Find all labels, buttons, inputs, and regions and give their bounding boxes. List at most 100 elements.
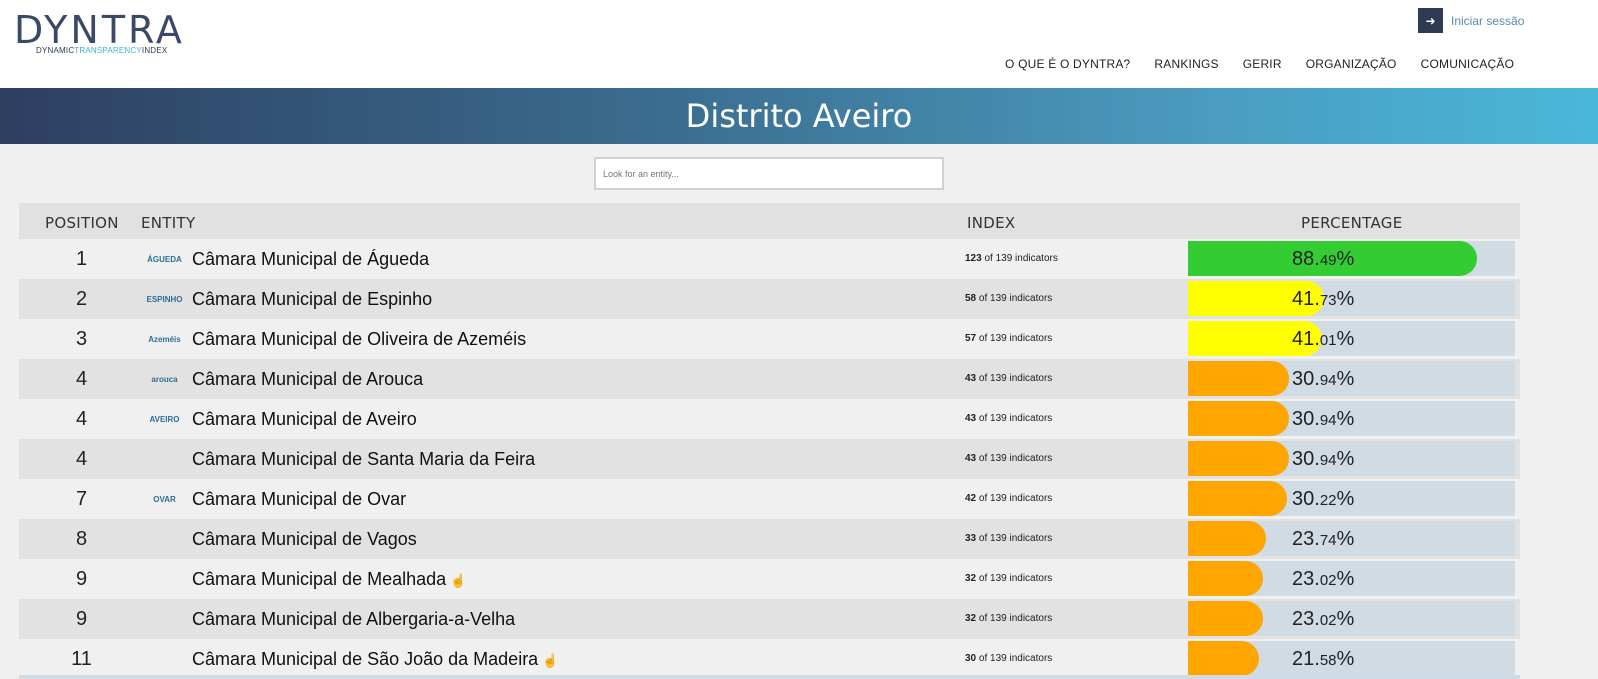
search-box[interactable]: [594, 157, 944, 190]
logo-wordmark: DYNTRA: [14, 8, 185, 52]
header-position: POSITION: [45, 214, 119, 232]
table-row[interactable]: 9 Câmara Municipal de Mealhada ☝ 32 of 13…: [19, 559, 1520, 599]
row-position: 9: [75, 608, 88, 630]
index-of-text: of 139 indicators: [978, 333, 1053, 344]
logo-sub-index: INDEX: [141, 46, 168, 55]
row-position: 8: [75, 528, 88, 550]
table-row[interactable]: 3 Azeméis Câmara Municipal de Oliveira d…: [19, 319, 1520, 359]
nav-o-que-e[interactable]: O QUE É O DYNTRA?: [1005, 57, 1130, 71]
percentage-bar-track: 23.02%: [1188, 601, 1515, 636]
row-position: 2: [75, 288, 88, 310]
entity-name[interactable]: Câmara Municipal de Arouca: [192, 369, 423, 390]
entity-name-text[interactable]: Câmara Municipal de Arouca: [192, 369, 423, 389]
index-of-text: of 139 indicators: [984, 253, 1058, 264]
index-count: 43 of 139 indicators: [965, 373, 1052, 384]
entity-name[interactable]: Câmara Municipal de Albergaria-a-Velha: [192, 609, 515, 630]
entity-name[interactable]: Câmara Municipal de Mealhada ☝: [192, 569, 466, 590]
emblem-text: arouca: [151, 374, 178, 384]
entity-emblem-icon: ESPINHO: [141, 283, 188, 315]
sign-in-icon[interactable]: ➜: [1418, 8, 1443, 33]
nav-gerir[interactable]: GERIR: [1243, 57, 1282, 71]
pct-decimal: 73: [1319, 292, 1337, 309]
pointer-hand-icon: ☝: [450, 573, 467, 588]
nav-organizacao[interactable]: ORGANIZAÇÃO: [1306, 57, 1397, 71]
entity-name-text[interactable]: Câmara Municipal de Mealhada: [192, 569, 446, 589]
table-row[interactable]: 1 ÁGUEDA Câmara Municipal de Águeda 123 …: [19, 239, 1520, 279]
table-row[interactable]: 2 ESPINHO Câmara Municipal de Espinho 58…: [19, 279, 1520, 319]
nav-comunicacao[interactable]: COMUNICAÇÃO: [1421, 57, 1515, 71]
page-title: Distrito Aveiro: [685, 97, 913, 135]
main-nav: O QUE É O DYNTRA? RANKINGS GERIR ORGANIZ…: [1005, 57, 1514, 71]
header-index: INDEX: [967, 214, 1016, 232]
login-link[interactable]: ➜ Iniciar sessão: [1418, 8, 1524, 33]
pointer-hand-icon: ☝: [542, 653, 559, 668]
pct-decimal: 01: [1319, 332, 1337, 349]
index-of-text: of 139 indicators: [978, 293, 1053, 304]
percentage-bar-track: 30.94%: [1188, 441, 1515, 476]
entity-name[interactable]: Câmara Municipal de Santa Maria da Feira: [192, 449, 535, 470]
percentage-label: 41.73%: [1292, 288, 1355, 310]
entity-name-text[interactable]: Câmara Municipal de Aveiro: [192, 409, 417, 429]
entity-name[interactable]: Câmara Municipal de Oliveira de Azeméis: [192, 329, 526, 350]
entity-name[interactable]: Câmara Municipal de Águeda: [192, 249, 429, 270]
index-count: 43 of 139 indicators: [965, 453, 1052, 464]
entity-emblem-icon: [141, 603, 188, 635]
index-of-text: of 139 indicators: [978, 373, 1053, 384]
table-row[interactable]: 9 Câmara Municipal de Albergaria-a-Velha…: [19, 599, 1520, 639]
index-value: 43: [965, 373, 977, 384]
index-value: 43: [965, 453, 977, 464]
entity-name[interactable]: Câmara Municipal de São João da Madeira ☝: [192, 649, 558, 670]
entity-name[interactable]: Câmara Municipal de Aveiro: [192, 409, 417, 430]
table-row[interactable]: 7 OVAR Câmara Municipal de Ovar 42 of 13…: [19, 479, 1520, 519]
nav-rankings[interactable]: RANKINGS: [1154, 57, 1218, 71]
percentage-bar-fill: [1188, 401, 1290, 436]
entity-name-text[interactable]: Câmara Municipal de Espinho: [192, 289, 432, 309]
table-row[interactable]: 11 Câmara Municipal de São João da Madei…: [19, 639, 1520, 679]
row-position: 4: [75, 408, 88, 430]
entity-name-text[interactable]: Câmara Municipal de Vagos: [192, 529, 417, 549]
index-of-text: of 139 indicators: [978, 573, 1053, 584]
entity-name[interactable]: Câmara Municipal de Espinho: [192, 289, 432, 310]
index-value: 43: [965, 413, 977, 424]
emblem-text: OVAR: [153, 494, 176, 504]
header-entity: ENTITY: [141, 214, 196, 232]
percentage-bar-fill: [1188, 481, 1287, 516]
percentage-label: 88.49%: [1292, 248, 1355, 270]
pct-integer: 23.: [1292, 528, 1320, 550]
entity-name-text[interactable]: Câmara Municipal de Albergaria-a-Velha: [192, 609, 515, 629]
pct-decimal: 49: [1319, 252, 1337, 269]
pct-integer: 30.: [1292, 448, 1320, 470]
pct-decimal: 02: [1319, 572, 1337, 589]
pct-decimal: 74: [1319, 532, 1337, 549]
search-input[interactable]: [596, 159, 942, 188]
table-bottom-divider: [19, 675, 1520, 679]
percentage-bar-fill: [1188, 561, 1264, 596]
percentage-bar-track: 23.74%: [1188, 521, 1515, 556]
pct-integer: 41.: [1292, 288, 1320, 310]
dyntra-logo[interactable]: DYNTRA DYNAMICTRANSPARENCYINDEX: [14, 8, 185, 58]
entity-name[interactable]: Câmara Municipal de Ovar: [192, 489, 406, 510]
login-label[interactable]: Iniciar sessão: [1451, 14, 1524, 28]
entity-name[interactable]: Câmara Municipal de Vagos: [192, 529, 417, 550]
entity-emblem-icon: [141, 443, 188, 475]
index-count: 32 of 139 indicators: [965, 613, 1052, 624]
table-row[interactable]: 4 Câmara Municipal de Santa Maria da Fei…: [19, 439, 1520, 479]
entity-name-text[interactable]: Câmara Municipal de Águeda: [192, 249, 429, 269]
header-percentage: PERCENTAGE: [1301, 214, 1403, 232]
percentage-bar-track: 23.02%: [1188, 561, 1515, 596]
index-value: 32: [965, 613, 977, 624]
entity-emblem-icon: [141, 563, 188, 595]
percentage-label: 23.74%: [1292, 528, 1355, 550]
entity-emblem-icon: ÁGUEDA: [141, 243, 188, 275]
entity-name-text[interactable]: Câmara Municipal de São João da Madeira: [192, 649, 538, 669]
entity-name-text[interactable]: Câmara Municipal de Santa Maria da Feira: [192, 449, 535, 469]
index-of-text: of 139 indicators: [978, 533, 1053, 544]
table-row[interactable]: 4 arouca Câmara Municipal de Arouca 43 o…: [19, 359, 1520, 399]
entity-emblem-icon: arouca: [141, 363, 188, 395]
entity-name-text[interactable]: Câmara Municipal de Ovar: [192, 489, 406, 509]
table-row[interactable]: 8 Câmara Municipal de Vagos 33 of 139 in…: [19, 519, 1520, 559]
entity-name-text[interactable]: Câmara Municipal de Oliveira de Azeméis: [192, 329, 526, 349]
pct-integer: 30.: [1292, 488, 1320, 510]
index-value: 33: [965, 533, 977, 544]
table-row[interactable]: 4 AVEIRO Câmara Municipal de Aveiro 43 o…: [19, 399, 1520, 439]
